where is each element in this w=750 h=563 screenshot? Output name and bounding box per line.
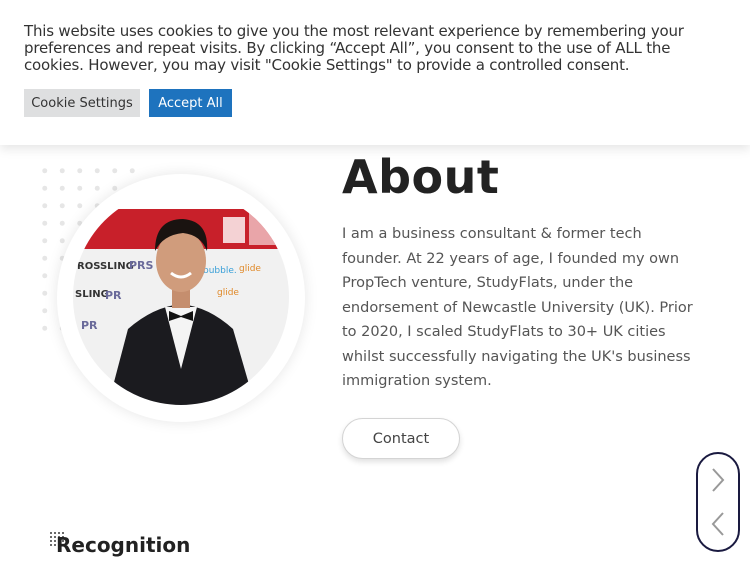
carousel-nav [696,452,740,552]
svg-text:PR: PR [81,319,98,332]
contact-button[interactable]: Contact [342,418,460,459]
about-heading: About [342,150,500,204]
svg-text:glide: glide [239,264,261,274]
svg-text:bubble.: bubble. [203,266,237,276]
chevron-right-icon[interactable] [698,460,738,500]
about-description: I am a business consultant & former tech… [342,226,693,389]
cookie-settings-button[interactable]: Cookie Settings [24,89,140,117]
svg-text:glide: glide [217,288,239,298]
accept-all-button[interactable]: Accept All [149,89,232,117]
recognition-heading: Recognition [56,533,191,557]
cookie-message: This website uses cookies to give you th… [24,22,684,74]
svg-text:PRS: PRS [129,259,154,272]
chevron-left-icon[interactable] [698,504,738,544]
svg-text:SLING: SLING [75,289,109,300]
svg-text:ROSSLING: ROSSLING [77,261,134,272]
cookie-banner: This website uses cookies to give you th… [0,0,750,145]
svg-text:PR: PR [105,289,122,302]
profile-photo: ROSSLING PRS bubble. glide SLING PR glid… [73,189,289,405]
